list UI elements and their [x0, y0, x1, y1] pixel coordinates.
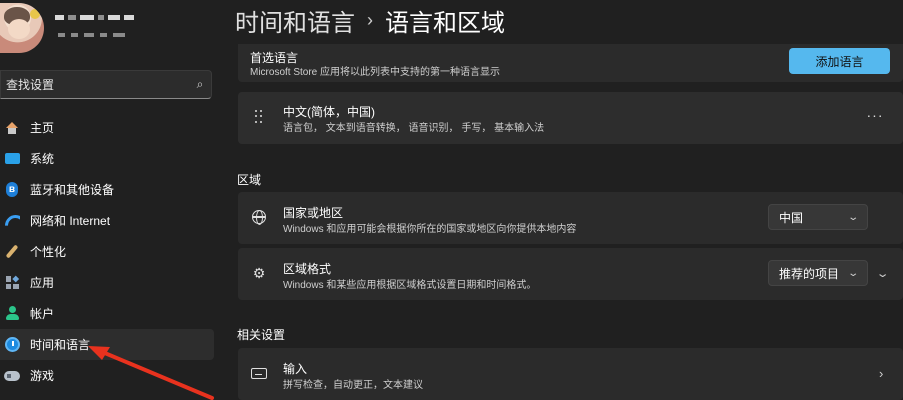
nav-item-label: 游戏: [30, 369, 55, 383]
country-region-description: Windows 和应用可能会根据你所在的国家或地区向你提供本地内容: [283, 224, 577, 235]
chevron-right-icon: ›: [879, 366, 884, 381]
add-language-button[interactable]: 添加语言: [789, 48, 890, 74]
regional-format-value: 推荐的项目: [779, 266, 840, 281]
avatar-face: [8, 19, 30, 39]
avatar[interactable]: [0, 3, 44, 53]
nav-item-accounts[interactable]: 帐户: [0, 298, 214, 329]
nav-item-label: 蓝牙和其他设备: [30, 183, 115, 197]
language-item[interactable]: 中文(简体，中国) 语言包， 文本到语音转换， 语音识别， 手写， 基本输入法 …: [238, 92, 903, 144]
language-item-title: 中文(简体，中国): [283, 105, 375, 119]
regional-format-dropdown[interactable]: 推荐的项目 ⌄: [768, 260, 868, 286]
bluetooth-icon: ʙ: [4, 182, 20, 198]
breadcrumb-parent[interactable]: 时间和语言: [235, 3, 355, 38]
nav-item-time-language[interactable]: 时间和语言: [0, 329, 214, 360]
home-icon: [4, 120, 20, 136]
nav-item-network[interactable]: 网络和 Internet: [0, 205, 214, 236]
gaming-icon: [4, 368, 20, 384]
main-content: 时间和语言 › 语言和区域 首选语言 Microsoft Store 应用将以此…: [222, 0, 903, 400]
nav-item-label: 网络和 Internet: [30, 214, 111, 228]
avatar-bow: [30, 9, 40, 19]
nav-item-label: 时间和语言: [30, 338, 91, 352]
time-language-icon: [4, 337, 20, 353]
nav-item-apps[interactable]: 应用: [0, 267, 214, 298]
typing-title: 输入: [283, 362, 308, 376]
chevron-down-icon: ⌄: [846, 211, 859, 223]
sidebar: ⌕ 主页 系统 ʙ 蓝牙和其他设备 网络和 Internet 个性化 应用: [0, 0, 222, 400]
user-name-redacted: [55, 15, 134, 20]
language-item-description: 语言包， 文本到语音转换， 语音识别， 手写， 基本输入法: [283, 123, 545, 134]
page-title: 语言和区域: [385, 9, 505, 37]
country-region-title: 国家或地区: [283, 206, 344, 220]
nav-item-bluetooth[interactable]: ʙ 蓝牙和其他设备: [0, 174, 214, 205]
typing-description: 拼写检查，自动更正，文本建议: [283, 380, 423, 391]
nav-item-system[interactable]: 系统: [0, 143, 214, 174]
breadcrumb-separator: ›: [367, 9, 373, 30]
expand-chevron-icon[interactable]: ⌄: [876, 267, 890, 280]
nav-item-label: 系统: [30, 152, 55, 166]
brush-icon: [4, 244, 20, 260]
nav-item-gaming[interactable]: 游戏: [0, 360, 214, 391]
nav-item-label: 帐户: [30, 307, 55, 321]
country-region-card: 国家或地区 Windows 和应用可能会根据你所在的国家或地区向你提供本地内容 …: [238, 192, 903, 244]
related-settings-title: 相关设置: [237, 328, 286, 342]
preferred-language-description: Microsoft Store 应用将以此列表中支持的第一种语言显示: [250, 67, 501, 78]
apps-icon: [4, 275, 20, 291]
regional-format-card[interactable]: ⚙ 区域格式 Windows 和某些应用根据区域格式设置日期和时间格式。 推荐的…: [238, 248, 903, 300]
keyboard-icon: [251, 365, 267, 381]
nav-item-label: 应用: [30, 276, 55, 290]
nav-list: 主页 系统 ʙ 蓝牙和其他设备 网络和 Internet 个性化 应用 帐户 时: [0, 112, 214, 391]
account-icon: [4, 306, 20, 322]
chevron-down-icon: ⌄: [846, 267, 859, 279]
regional-format-description: Windows 和某些应用根据区域格式设置日期和时间格式。: [283, 280, 537, 291]
preferred-language-card: 首选语言 Microsoft Store 应用将以此列表中支持的第一种语言显示 …: [238, 44, 903, 82]
nav-item-label: 主页: [30, 121, 55, 135]
nav-item-personalization[interactable]: 个性化: [0, 236, 214, 267]
globe-icon: [251, 209, 267, 225]
search-box[interactable]: ⌕: [0, 70, 212, 99]
nav-item-label: 个性化: [30, 245, 67, 259]
system-icon: [4, 151, 20, 167]
user-email-redacted: [58, 33, 125, 37]
country-region-dropdown[interactable]: 中国 ⌄: [768, 204, 868, 230]
drag-handle-icon[interactable]: [255, 110, 263, 124]
search-input[interactable]: [1, 77, 189, 92]
breadcrumb: 时间和语言 › 语言和区域: [235, 3, 505, 38]
region-section-title: 区域: [237, 173, 262, 187]
regional-format-title: 区域格式: [283, 262, 332, 276]
nav-item-home[interactable]: 主页: [0, 112, 214, 143]
typing-settings-card[interactable]: 输入 拼写检查，自动更正，文本建议 ›: [238, 348, 903, 400]
search-icon[interactable]: ⌕: [189, 77, 211, 92]
country-region-value: 中国: [779, 210, 804, 225]
regional-format-icon: ⚙: [252, 264, 266, 281]
wifi-icon: [4, 213, 20, 229]
more-options-button[interactable]: ···: [862, 108, 888, 127]
